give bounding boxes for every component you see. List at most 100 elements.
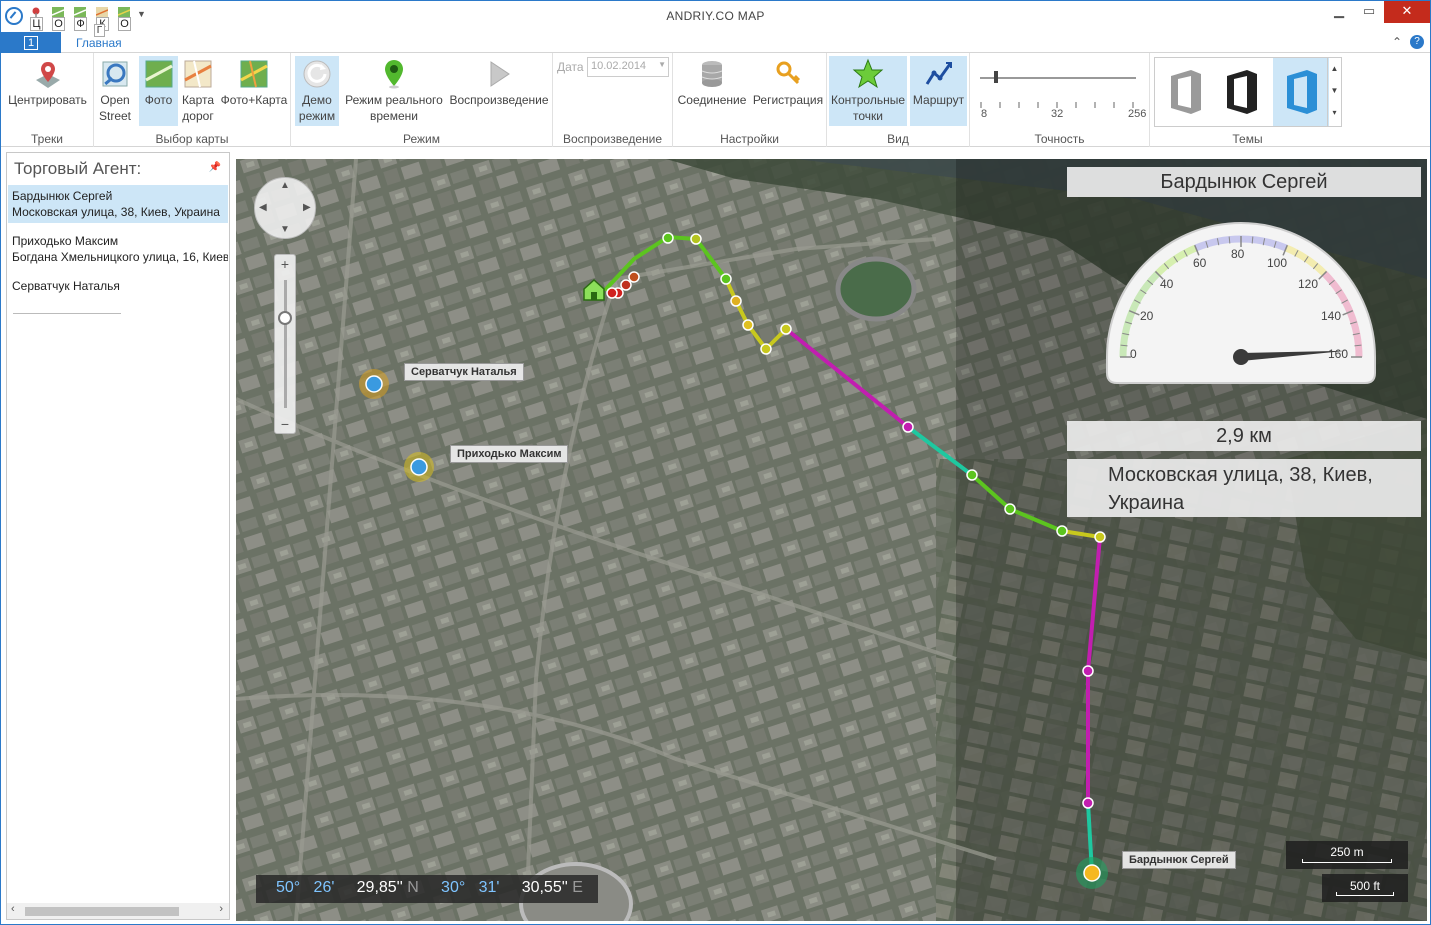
agent-marker-natalia[interactable]: [359, 369, 389, 399]
group-themes-label: Темы: [1232, 132, 1263, 146]
agent-item-sergey[interactable]: Бардынюк Сергей Московская улица, 38, Ки…: [8, 185, 228, 223]
checkpoint[interactable]: [1004, 503, 1016, 515]
info-distance: 2,9 км: [1067, 421, 1421, 451]
scroll-down-icon[interactable]: ▼: [1328, 80, 1341, 102]
database-icon: [696, 58, 728, 90]
photo-map-button[interactable]: Фото+Карта: [220, 56, 288, 126]
connection-button[interactable]: Соединение: [675, 56, 749, 126]
scrollbar-thumb[interactable]: [25, 907, 179, 916]
zoom-out-icon[interactable]: −: [275, 416, 295, 432]
photo-button[interactable]: Фото: [139, 56, 178, 126]
group-accuracy: 8 32 256 Точность: [970, 53, 1150, 147]
checkpoint[interactable]: [662, 232, 674, 244]
photo-label: Фото: [144, 93, 173, 107]
scroll-left-icon[interactable]: ‹: [11, 903, 15, 915]
accuracy-tick-max: 256: [1128, 108, 1147, 120]
agent-item-maksim[interactable]: Приходько Максим Богдана Хмельницкого ул…: [8, 230, 228, 268]
playback-mode-button[interactable]: Воспроизведение: [448, 56, 550, 126]
pan-up-icon[interactable]: ▲: [280, 180, 290, 191]
center-button[interactable]: Центрировать: [3, 56, 92, 126]
pan-control[interactable]: ▲ ▼ ◀ ▶: [254, 177, 316, 239]
checkpoint[interactable]: [1082, 797, 1094, 809]
agents-pane-title: Торговый Агент:: [14, 159, 142, 178]
pan-down-icon[interactable]: ▼: [280, 224, 290, 235]
tabs-right-controls: ⌃ ?: [1392, 35, 1424, 49]
tab-home[interactable]: Главная: [76, 36, 122, 50]
zoom-in-icon[interactable]: +: [275, 256, 295, 272]
checkpoint[interactable]: [606, 287, 618, 299]
gallery-expand-icon[interactable]: ▾: [1328, 102, 1341, 124]
realtime-label-1: Режим реального: [345, 93, 443, 107]
scale-bar-metric: 250 m: [1286, 841, 1408, 869]
theme-blue[interactable]: [1273, 58, 1329, 126]
agent-item-natalia[interactable]: Серватчук Наталья: [8, 275, 228, 297]
pushpin-label-maksim[interactable]: Приходько Максим: [450, 445, 569, 463]
zoom-knob[interactable]: [278, 311, 292, 325]
checkpoint[interactable]: [742, 319, 754, 331]
scroll-up-icon[interactable]: ▲: [1328, 58, 1341, 80]
agent-name: Бардынюк Сергей: [12, 189, 113, 203]
roads-map-button[interactable]: Карта дорог: [180, 56, 216, 126]
checkpoint[interactable]: [620, 279, 632, 291]
themes-gallery-scroll[interactable]: ▲ ▼ ▾: [1327, 58, 1341, 126]
help-icon[interactable]: ?: [1410, 35, 1424, 49]
checkpoints-button[interactable]: Контрольные точки: [829, 56, 907, 126]
pushpin-label-sergey[interactable]: Бардынюк Сергей: [1122, 851, 1236, 869]
connection-label: Соединение: [677, 93, 747, 107]
scale-imperial-line: [1336, 892, 1394, 896]
checkpoint[interactable]: [720, 273, 732, 285]
checkpoint[interactable]: [690, 233, 702, 245]
map-view[interactable]: ▲ ▼ ◀ ▶ + − Серватчук Наталья Приходько …: [236, 159, 1427, 921]
checkpoint[interactable]: [1094, 531, 1106, 543]
scale-imperial-label: 500 ft: [1349, 879, 1381, 893]
pan-right-icon[interactable]: ▶: [303, 202, 311, 213]
roads-label-1: Карта: [181, 93, 215, 107]
checkpoint[interactable]: [1056, 525, 1068, 537]
dropdown-icon: ▼: [658, 60, 666, 69]
agent-marker-maksim[interactable]: [404, 452, 434, 482]
openstreet-label-2: Street: [98, 109, 131, 123]
lon-seconds: 30,55'': [521, 879, 568, 896]
accuracy-tick-min: 8: [981, 108, 988, 120]
openstreet-button[interactable]: Open Street: [96, 56, 134, 126]
date-picker[interactable]: 10.02.2014 ▼: [587, 57, 669, 77]
horizontal-scrollbar[interactable]: ‹ ›: [7, 903, 229, 919]
minimize-button[interactable]: ▁: [1324, 1, 1354, 23]
theme-dark[interactable]: [1217, 66, 1265, 118]
file-tab[interactable]: 1: [1, 32, 61, 53]
agent-marker-sergey[interactable]: [1076, 857, 1108, 889]
theme-light-gray[interactable]: [1161, 66, 1209, 118]
demo-mode-button[interactable]: Демо режим: [295, 56, 339, 126]
checkpoint[interactable]: [730, 295, 742, 307]
checkpoints-label-2: точки: [853, 109, 883, 123]
agents-pane-header: Торговый Агент: 📌: [7, 153, 229, 181]
app-window: Ц О Ф К О ▼ ANDRIY.CO MAP ▁ ▭ ✕: [0, 0, 1431, 925]
maximize-button[interactable]: ▭: [1354, 1, 1384, 23]
demo-label-2: режим: [298, 109, 336, 123]
group-tracks-label: Треки: [31, 132, 63, 146]
close-button[interactable]: ✕: [1384, 1, 1430, 23]
checkpoint[interactable]: [628, 271, 640, 283]
zoom-track[interactable]: [284, 280, 287, 408]
roads-map-icon: [182, 58, 214, 90]
registration-button[interactable]: Регистрация: [751, 56, 825, 126]
zoom-control[interactable]: + −: [274, 254, 296, 434]
pushpin-label-natalia[interactable]: Серватчук Наталья: [404, 363, 524, 381]
accuracy-slider-thumb[interactable]: [994, 71, 998, 83]
checkpoint[interactable]: [780, 323, 792, 335]
realtime-mode-button[interactable]: Режим реального времени: [343, 56, 445, 126]
checkpoint[interactable]: [760, 343, 772, 355]
accuracy-slider[interactable]: [980, 77, 1136, 79]
pan-left-icon[interactable]: ◀: [259, 202, 267, 213]
route-button[interactable]: Маршрут: [910, 56, 967, 126]
home-icon[interactable]: [583, 278, 605, 301]
info-agent-name: Бардынюк Сергей: [1067, 167, 1421, 197]
checkpoint[interactable]: [1082, 665, 1094, 677]
gauge-tick: [1251, 236, 1254, 244]
checkpoint[interactable]: [902, 421, 914, 433]
pin-icon[interactable]: 📌: [209, 162, 221, 173]
file-tab-label: 1: [23, 36, 39, 50]
checkpoint[interactable]: [966, 469, 978, 481]
collapse-ribbon-icon[interactable]: ⌃: [1392, 35, 1402, 49]
scroll-right-icon[interactable]: ›: [219, 903, 223, 915]
